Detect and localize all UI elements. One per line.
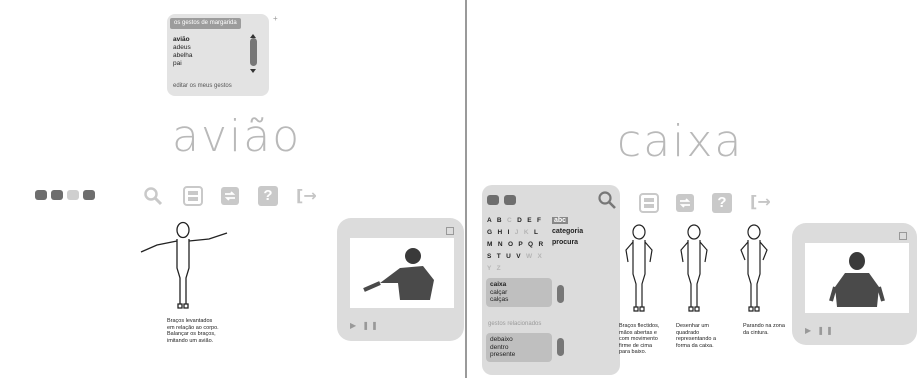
alphabet-row: M N O P Q R [487,239,557,251]
scroll-down-icon[interactable] [250,69,256,73]
help-icon[interactable]: ? [712,193,732,213]
list-item[interactable]: abelha [173,52,193,60]
letter-key-g[interactable]: G [487,229,497,236]
search-icon[interactable] [143,186,163,206]
list-item[interactable]: calças [490,296,548,304]
related-label: gestos relacionados [488,321,542,327]
mode-list[interactable]: abc categoria procura [552,215,583,248]
letter-key-i[interactable]: I [508,229,515,236]
letter-key-w[interactable]: W [526,253,538,260]
gesture-caption: Parando na zona da cintura. [743,323,785,336]
group-button[interactable] [67,190,79,200]
list-item[interactable]: dentro [490,344,548,352]
letter-key-k[interactable]: K [524,229,534,236]
letter-key-b[interactable]: B [497,217,507,224]
letter-key-v[interactable]: V [516,253,526,260]
alphabet-row: G H I J K L [487,227,557,239]
list-icon[interactable] [639,193,659,213]
expand-icon[interactable] [899,232,907,240]
letter-key-n[interactable]: N [498,241,508,248]
letter-key-m[interactable]: M [487,241,498,248]
list-item[interactable]: debaixo [490,336,548,344]
person-button[interactable] [504,195,516,205]
camera-button[interactable] [487,195,499,205]
letter-key-x[interactable]: X [538,253,544,260]
letter-key-a[interactable]: A [487,217,497,224]
expand-icon[interactable] [446,227,454,235]
right-panel: caixa A B C D E F G H I J K L M N O P Q … [467,0,920,378]
related-list-scrollbar[interactable] [557,338,564,356]
list-item[interactable]: calçar [490,289,548,297]
list-item[interactable]: pai [173,60,193,68]
letter-key-u[interactable]: U [506,253,516,260]
letter-key-f[interactable]: F [537,217,543,224]
letter-key-l[interactable]: L [534,229,540,236]
my-gestures-dropdown[interactable]: os gestos de margarida avião adeus abelh… [167,14,269,96]
letter-key-h[interactable]: H [497,229,507,236]
search-icon[interactable] [597,190,617,210]
video-player[interactable]: ▶ ❚❚ [792,223,917,345]
exit-icon[interactable]: [→ [296,186,317,205]
gesture-word: avião [172,111,302,162]
add-icon[interactable]: + [273,14,278,23]
list-item[interactable]: presente [490,351,548,359]
video-player[interactable]: ▶ ❚❚ [337,218,464,341]
swap-icon[interactable] [220,186,240,206]
video-controls[interactable]: ▶ ❚❚ [350,321,380,330]
mode-categoria[interactable]: categoria [552,226,583,237]
exit-icon[interactable]: [→ [750,192,771,211]
letter-key-y[interactable]: Y [487,265,497,272]
letter-key-q[interactable]: Q [528,241,538,248]
word-list[interactable]: caixa calçar calças [486,278,552,307]
dropdown-list[interactable]: avião adeus abelha pai [173,36,193,68]
letter-key-d[interactable]: D [517,217,527,224]
edit-my-gestures-link[interactable]: editar os meus gestos [173,83,232,89]
video-controls[interactable]: ▶ ❚❚ [805,326,835,335]
person-button[interactable] [51,190,63,200]
help-icon[interactable]: ? [258,186,278,206]
list-icon[interactable] [183,186,203,206]
related-list[interactable]: debaixo dentro presente [486,333,552,362]
minus-button[interactable] [83,190,95,200]
letter-key-o[interactable]: O [508,241,518,248]
mode-procura[interactable]: procura [552,237,583,248]
gesture-caption: Desenhar um quadrado representando a for… [676,323,717,349]
gesture-word: caixa [617,116,744,167]
dropdown-title: os gestos de margarida [170,18,241,29]
search-panel: A B C D E F G H I J K L M N O P Q R S T … [482,185,620,375]
person-image [829,252,885,307]
gesture-figure [740,224,768,312]
list-item[interactable]: avião [173,36,193,44]
dropdown-scrollbar[interactable] [250,38,257,66]
mode-abc[interactable]: abc [552,217,569,224]
person-image [363,248,434,300]
letter-key-e[interactable]: E [527,217,537,224]
video-frame [805,243,909,313]
scroll-up-icon[interactable] [250,34,256,38]
gesture-caption: Braços flectidos, mãos abertas e com mov… [619,323,660,355]
video-frame [350,238,454,308]
letter-key-p[interactable]: P [518,241,528,248]
letter-key-z[interactable]: Z [497,265,503,272]
gesture-caption: Braços levantados em relação ao corpo. B… [167,318,219,344]
letter-key-c[interactable]: C [507,217,517,224]
gesture-figure [680,224,708,312]
alphabet-row: S T U V W X [487,251,557,263]
list-item[interactable]: caixa [490,281,548,289]
swap-icon[interactable] [675,193,695,213]
camera-button[interactable] [35,190,47,200]
left-panel: os gestos de margarida avião adeus abelh… [0,0,465,378]
letter-key-t[interactable]: T [497,253,506,260]
alphabet-keys[interactable]: A B C D E F G H I J K L M N O P Q R S T … [487,215,557,275]
alphabet-row: A B C D E F [487,215,557,227]
letter-key-s[interactable]: S [487,253,497,260]
gesture-figure [140,221,228,309]
letter-key-r[interactable]: R [539,241,546,248]
word-list-scrollbar[interactable] [557,285,564,303]
letter-key-j[interactable]: J [515,229,524,236]
gesture-figure [625,224,653,312]
list-item[interactable]: adeus [173,44,193,52]
alphabet-row: Y Z [487,263,557,275]
